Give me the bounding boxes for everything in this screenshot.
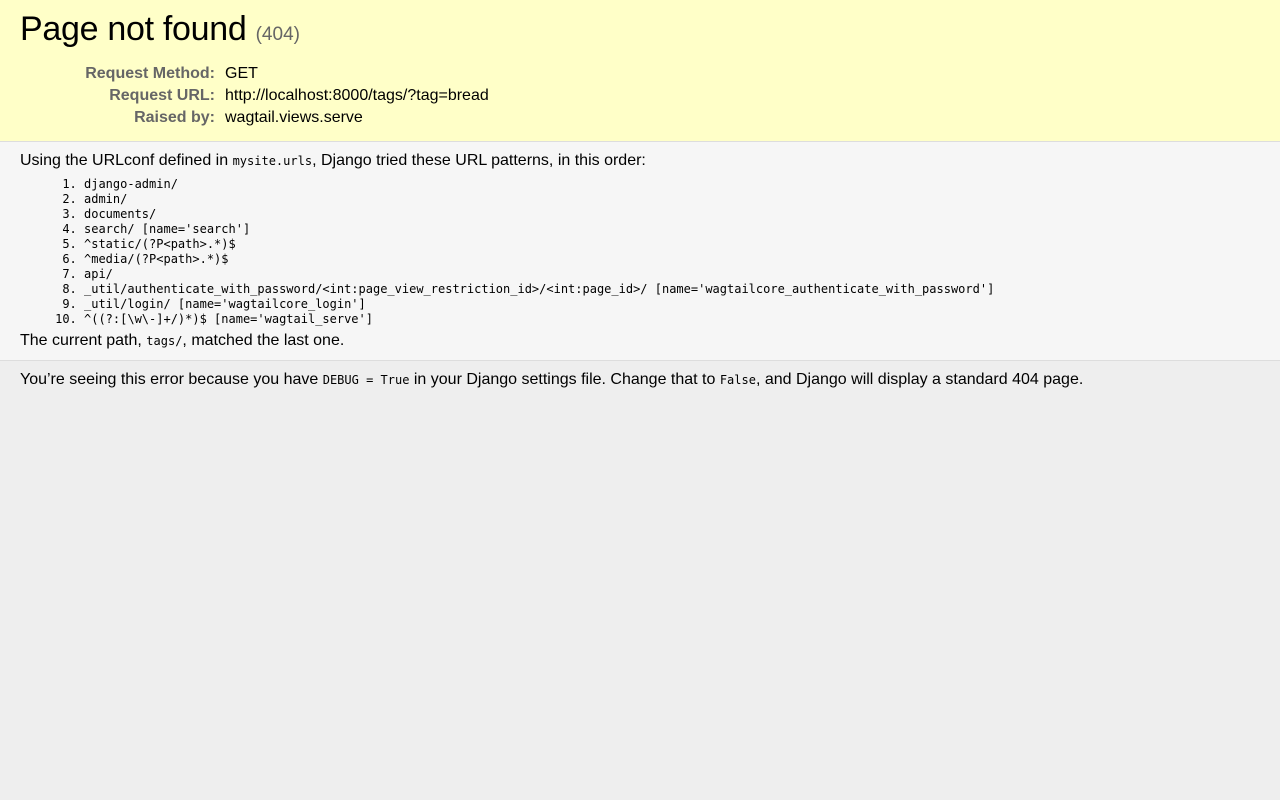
current-path-text: The current path, — [20, 332, 147, 349]
meta-label: Raised by: — [134, 109, 215, 126]
meta-label: Request URL: — [109, 87, 215, 104]
error-summary: Page not found (404) Request Method: GET… — [0, 0, 1280, 142]
list-item: _util/authenticate_with_password/<int:pa… — [84, 282, 1260, 297]
explanation-part: in your Django settings file. Change tha… — [409, 371, 720, 388]
list-item: ^((?:[\w\-]+/)*)$ [name='wagtail_serve'] — [84, 312, 1260, 327]
meta-row-request-method: Request Method: GET — [20, 63, 489, 85]
debug-setting: DEBUG = True — [322, 373, 410, 387]
page-title: Page not found (404) — [20, 10, 1260, 54]
list-item: ^static/(?P<path>.*)$ — [84, 237, 1260, 252]
urlconf-info: Using the URLconf defined in mysite.urls… — [0, 142, 1280, 361]
request-meta-table: Request Method: GET Request URL: http://… — [20, 63, 489, 129]
meta-value: wagtail.views.serve — [225, 109, 363, 126]
url-pattern-list: django-admin/ admin/ documents/ search/ … — [20, 177, 1260, 327]
current-path: tags/ — [146, 334, 183, 348]
urlconf-intro: Using the URLconf defined in mysite.urls… — [20, 151, 1260, 171]
list-item: _util/login/ [name='wagtailcore_login'] — [84, 297, 1260, 312]
status-code: (404) — [255, 24, 300, 45]
false-value: False — [719, 373, 756, 387]
urlconf-module: mysite.urls — [232, 154, 313, 168]
current-path-text-end: , matched the last one. — [182, 332, 345, 349]
list-item: search/ [name='search'] — [84, 222, 1260, 237]
meta-label: Request Method: — [85, 65, 215, 82]
explanation-text: You’re seeing this error because you hav… — [20, 370, 1260, 390]
meta-row-request-url: Request URL: http://localhost:8000/tags/… — [20, 85, 489, 107]
list-item: admin/ — [84, 192, 1260, 207]
explanation-part: You’re seeing this error because you hav… — [20, 371, 323, 388]
explanation-part: , and Django will display a standard 404… — [755, 371, 1084, 388]
list-item: api/ — [84, 267, 1260, 282]
debug-explanation: You’re seeing this error because you hav… — [0, 361, 1280, 399]
intro-text: Using the URLconf defined in — [20, 152, 233, 169]
list-item: django-admin/ — [84, 177, 1260, 192]
current-path-note: The current path, tags/, matched the las… — [20, 331, 1260, 351]
meta-value: GET — [225, 65, 258, 82]
list-item: ^media/(?P<path>.*)$ — [84, 252, 1260, 267]
meta-value: http://localhost:8000/tags/?tag=bread — [225, 87, 489, 104]
meta-row-raised-by: Raised by: wagtail.views.serve — [20, 107, 489, 129]
list-item: documents/ — [84, 207, 1260, 222]
intro-text-end: , Django tried these URL patterns, in th… — [312, 152, 646, 169]
page-title-text: Page not found — [20, 10, 247, 48]
